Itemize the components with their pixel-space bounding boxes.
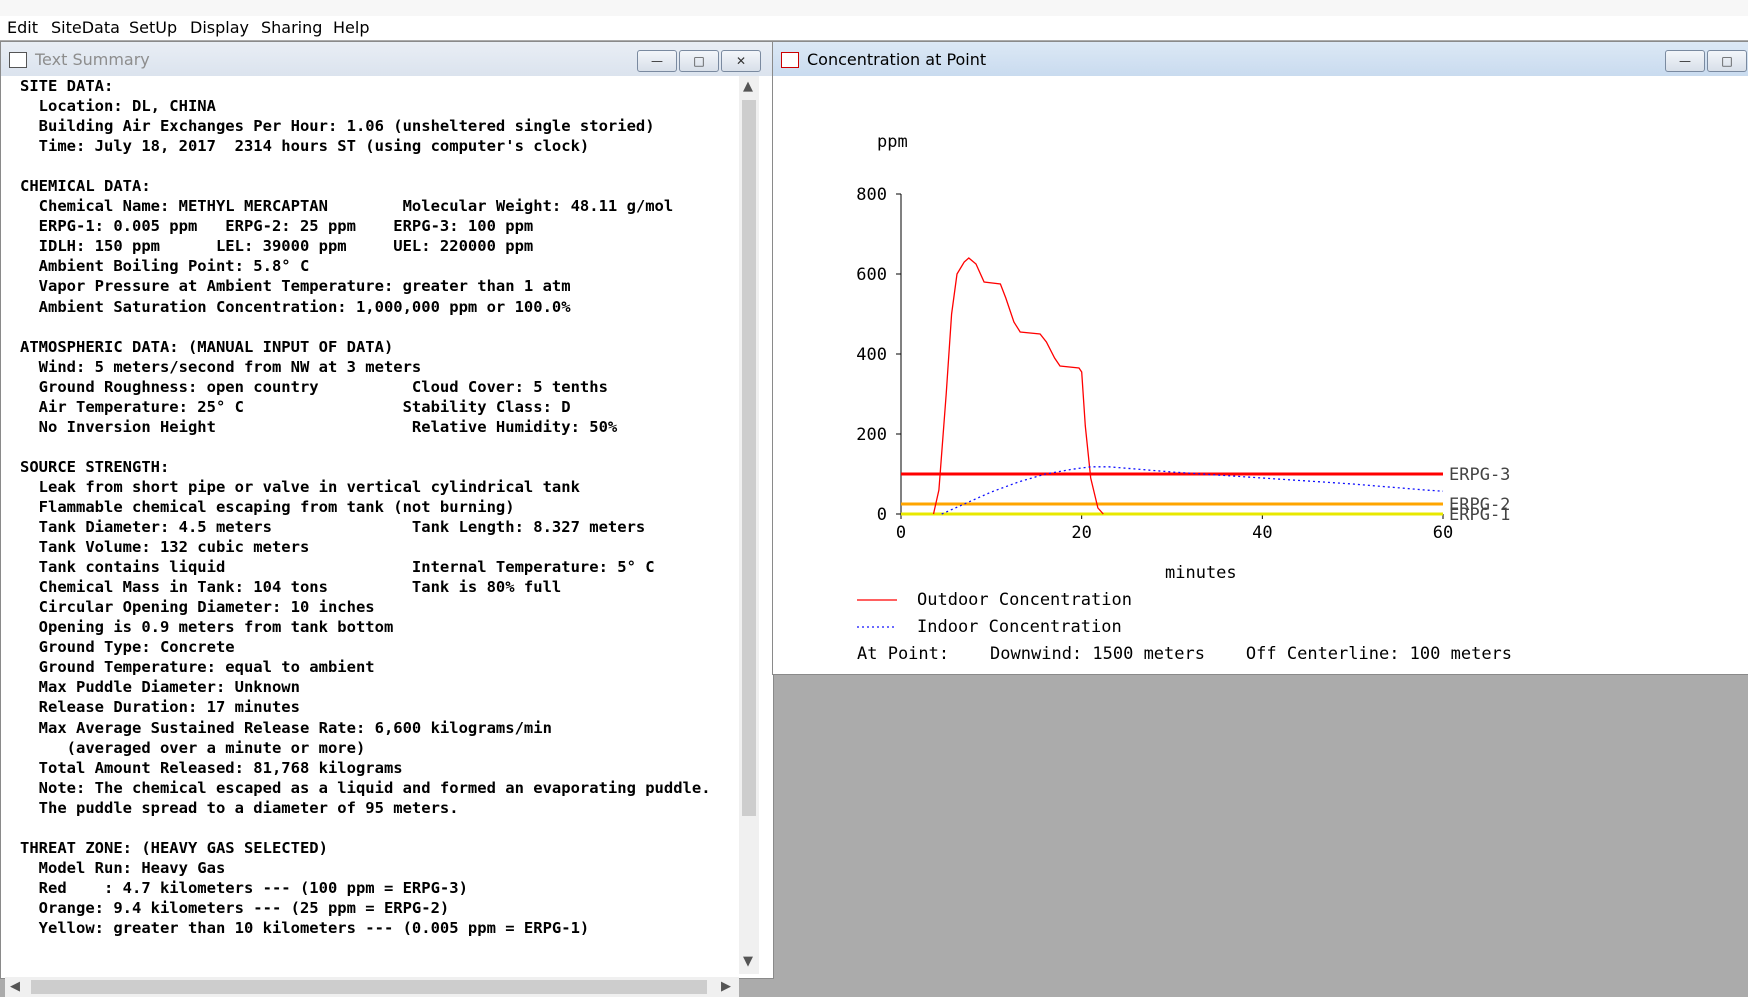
text-summary-title: Text Summary [35, 50, 150, 69]
minimize-button[interactable]: — [637, 50, 677, 72]
summary-line: SITE DATA: [20, 77, 114, 95]
summary-line: Ambient Boiling Point: 5.8° C [20, 257, 310, 276]
summary-line: IDLH: 150 ppm LEL: 39000 ppm UEL: 220000… [20, 237, 534, 256]
text-summary-content[interactable]: SITE DATA: Location: DL, CHINA Building … [5, 76, 737, 974]
y-tick-label: 800 [856, 185, 887, 205]
concentration-titlebar[interactable]: Concentration at Point — □ [773, 42, 1748, 76]
summary-line: Opening is 0.9 meters from tank bottom [20, 618, 394, 637]
summary-line: Chemical Mass in Tank: 104 tons Tank is … [20, 578, 562, 597]
summary-line: SOURCE STRENGTH: [20, 457, 170, 476]
summary-line: Tank contains liquid Internal Temperatur… [20, 558, 655, 577]
series-line-0 [932, 257, 1104, 515]
summary-line: Location: DL, CHINA [20, 97, 216, 116]
summary-line: (averaged over a minute or more) [20, 738, 366, 757]
chart-window-icon [781, 52, 799, 68]
summary-line: Max Average Sustained Release Rate: 6,60… [20, 718, 552, 737]
x-tick-label: 60 [1433, 523, 1453, 543]
text-summary-window: Text Summary — □ ✕ SITE DATA: Location: … [0, 41, 774, 997]
summary-line: Flammable chemical escaping from tank (n… [20, 497, 515, 516]
summary-line: No Inversion Height Relative Humidity: 5… [20, 417, 618, 436]
scroll-right-icon[interactable]: ▶ [721, 979, 731, 994]
horizontal-scrollbar[interactable]: ◀ ▶ [5, 977, 739, 997]
vertical-scroll-thumb[interactable] [742, 100, 756, 816]
x-axis-label: minutes [1165, 563, 1237, 583]
summary-line: Circular Opening Diameter: 10 inches [20, 598, 375, 617]
summary-line: Leak from short pipe or valve in vertica… [20, 477, 580, 496]
summary-line: THREAT ZONE: (HEAVY GAS SELECTED) [20, 838, 328, 857]
summary-line: Ground Type: Concrete [20, 638, 235, 657]
threshold-label-erpg-1: ERPG-1 [1449, 505, 1510, 525]
maximize-button[interactable]: □ [679, 50, 719, 72]
summary-line: Time: July 18, 2017 2314 hours ST (using… [20, 137, 590, 156]
summary-line: Model Run: Heavy Gas [20, 858, 226, 877]
menu-display[interactable]: Display [190, 18, 249, 37]
concentration-chart: ppm minutes 0 200 400 600 800 0 20 40 60 ERPG-3 E… [856, 132, 1512, 664]
summary-line: Ambient Saturation Concentration: 1,000,… [20, 297, 571, 316]
x-tick-label: 20 [1071, 523, 1091, 543]
summary-line: Ground Temperature: equal to ambient [20, 658, 375, 677]
summary-line: Red : 4.7 kilometers --- (100 ppm = ERPG… [20, 878, 468, 897]
summary-line: ERPG-1: 0.005 ppm ERPG-2: 25 ppm ERPG-3:… [20, 217, 534, 236]
text-window-icon [9, 52, 27, 68]
summary-line: Chemical Name: METHYL MERCAPTAN Molecula… [20, 197, 674, 216]
text-summary-titlebar[interactable]: Text Summary — □ ✕ [1, 42, 773, 76]
x-tick-label: 40 [1252, 523, 1272, 543]
threshold-label-erpg-3: ERPG-3 [1449, 465, 1510, 485]
summary-line: Vapor Pressure at Ambient Temperature: g… [20, 277, 571, 296]
concentration-window: Concentration at Point — □ ppm minutes 0… [772, 41, 1748, 675]
scroll-left-icon[interactable]: ◀ [10, 979, 20, 994]
summary-line: Max Puddle Diameter: Unknown [20, 678, 300, 697]
menu-setup[interactable]: SetUp [129, 18, 177, 37]
summary-line: ATMOSPHERIC DATA: (MANUAL INPUT OF DATA) [20, 337, 394, 356]
summary-line: Orange: 9.4 kilometers --- (25 ppm = ERP… [20, 898, 450, 917]
vertical-scrollbar[interactable]: ▲ ▼ [739, 76, 759, 974]
concentration-title: Concentration at Point [807, 50, 987, 69]
summary-line: Release Duration: 17 minutes [20, 698, 300, 717]
summary-line: Ground Roughness: open country Cloud Cov… [20, 377, 608, 396]
app-title-strip [0, 0, 1748, 16]
summary-line: Air Temperature: 25° C Stability Class: … [20, 397, 571, 416]
summary-line: Tank Diameter: 4.5 meters Tank Length: 8… [20, 518, 646, 537]
summary-line: Yellow: greater than 10 kilometers --- (… [20, 918, 590, 937]
y-tick-label: 600 [856, 265, 887, 285]
summary-line: Tank Volume: 132 cubic meters [20, 538, 310, 557]
x-tick-label: 0 [896, 523, 906, 543]
point-info: At Point: Downwind: 1500 meters Off Cent… [857, 644, 1512, 664]
summary-line: Total Amount Released: 81,768 kilograms [20, 758, 403, 777]
summary-line: The puddle spread to a diameter of 95 me… [20, 798, 459, 817]
menu-help[interactable]: Help [333, 18, 369, 37]
y-tick-label: 0 [877, 505, 887, 525]
menu-sharing[interactable]: Sharing [261, 18, 322, 37]
close-button[interactable]: ✕ [721, 50, 761, 72]
chart-maximize-button[interactable]: □ [1707, 50, 1747, 72]
scroll-down-icon[interactable]: ▼ [743, 954, 753, 969]
menu-sitedata[interactable]: SiteData [51, 18, 120, 37]
summary-line: Wind: 5 meters/second from NW at 3 meter… [20, 357, 422, 376]
legend-outdoor-label: Outdoor Concentration [917, 590, 1132, 610]
y-tick-label: 400 [856, 345, 887, 365]
summary-line: CHEMICAL DATA: [20, 177, 151, 196]
menu-edit[interactable]: Edit [7, 18, 38, 37]
chart-minimize-button[interactable]: — [1665, 50, 1705, 72]
legend-indoor-label: Indoor Concentration [917, 617, 1122, 637]
summary-line: Note: The chemical escaped as a liquid a… [20, 778, 711, 797]
menu-bar: Edit SiteData SetUp Display Sharing Help [0, 0, 1748, 40]
summary-line: Building Air Exchanges Per Hour: 1.06 (u… [20, 117, 655, 136]
y-axis-label: ppm [877, 132, 908, 152]
scroll-up-icon[interactable]: ▲ [743, 79, 753, 94]
summary-text: SITE DATA: Location: DL, CHINA Building … [5, 76, 737, 938]
y-tick-label: 200 [856, 425, 887, 445]
horizontal-scroll-thumb[interactable] [31, 980, 707, 994]
